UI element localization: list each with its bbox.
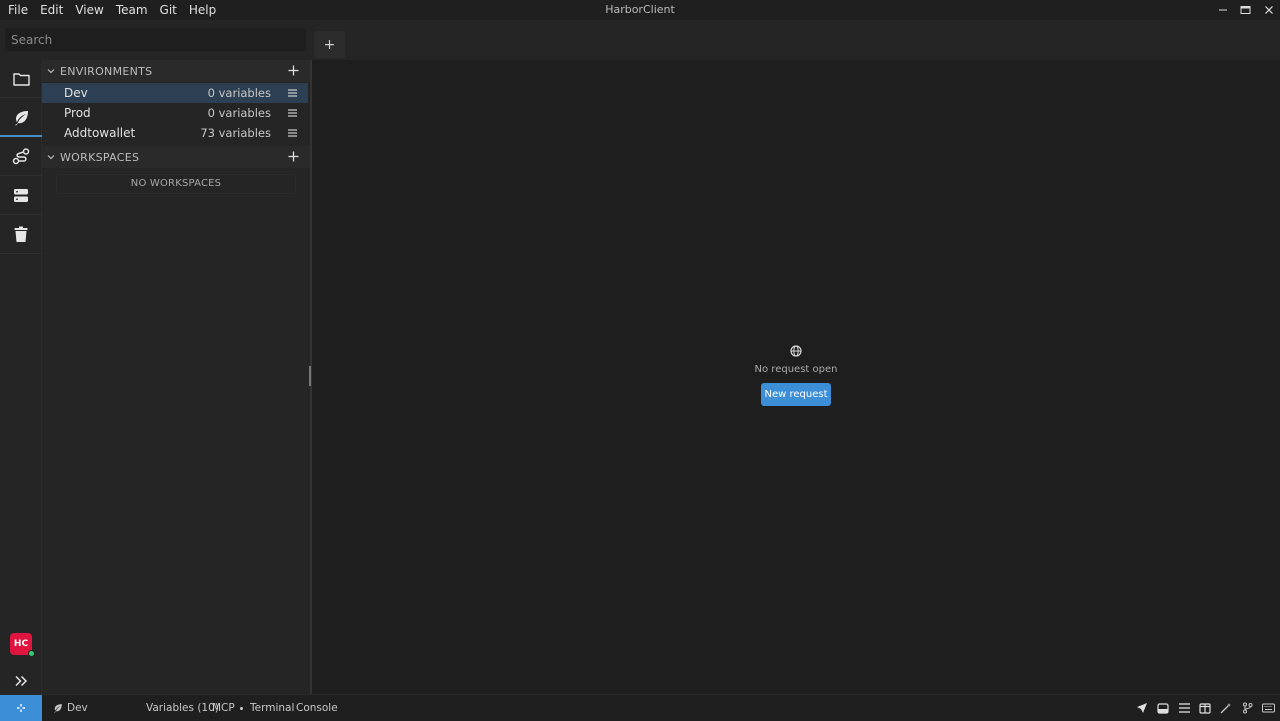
send-icon[interactable] [1134,700,1150,716]
activity-collections[interactable] [0,60,42,98]
add-environment-button[interactable] [286,63,300,77]
workspaces-header-label: WORKSPACES [60,150,140,164]
workspaces-section-header[interactable]: WORKSPACES [42,146,310,168]
activity-flows[interactable] [0,138,42,176]
keyboard-icon[interactable] [1260,700,1276,716]
environment-name: Addtowallet [64,126,136,140]
minimize-icon [1218,9,1227,11]
environment-variable-count: 0 variables [207,106,271,120]
environments-section-header[interactable]: ENVIRONMENTS [42,60,310,82]
window-controls [1211,0,1280,20]
environment-name: Dev [64,86,88,100]
menu-view[interactable]: View [69,0,109,20]
close-icon [1264,6,1273,14]
route-icon [12,148,30,165]
close-window-button[interactable] [1257,0,1280,20]
activity-trash[interactable] [0,216,42,254]
menu-help[interactable]: Help [183,0,222,20]
add-workspace-button[interactable] [286,149,300,163]
leaf-icon [14,111,28,126]
maximize-button[interactable] [1234,0,1257,20]
list-icon[interactable] [1176,700,1192,716]
menu-bar: File Edit View Team Git Help [0,0,222,20]
no-workspaces-placeholder: NO WORKSPACES [56,174,296,194]
menu-edit[interactable]: Edit [34,0,69,20]
environment-variable-count: 0 variables [207,86,271,100]
inbox-icon[interactable] [1155,700,1171,716]
main-editor-area: No request open New request [312,60,1280,694]
remote-icon [17,704,25,712]
environment-row-prod[interactable]: Prod 0 variables [42,103,308,123]
status-mcp[interactable]: MCP [212,695,243,721]
mcp-dot-icon [239,706,243,710]
status-mcp-label: MCP [212,702,235,714]
hamburger-icon [287,129,297,137]
title-bar: File Edit View Team Git Help HarborClien… [0,0,1280,20]
git-branch-icon[interactable] [1239,700,1255,716]
globe-icon [790,345,802,357]
splitter-handle[interactable] [309,366,311,386]
environment-row-addtowallet[interactable]: Addtowallet 73 variables [42,123,308,143]
status-bar: Dev Variables (10) MCP Terminal Console [0,694,1280,721]
plus-icon [288,151,298,161]
environment-menu-button[interactable] [286,107,298,119]
maximize-icon [1240,6,1251,14]
server-icon [14,189,28,202]
remote-status-button[interactable] [0,695,42,721]
menu-git[interactable]: Git [154,0,183,20]
minimize-button[interactable] [1211,0,1234,20]
trash-icon [14,226,28,242]
environment-variable-count: 73 variables [200,126,271,140]
menu-team[interactable]: Team [110,0,154,20]
activity-bar: HC [0,60,42,694]
search-input[interactable] [5,28,306,51]
status-bar-right [1134,695,1276,721]
empty-state-text: No request open [754,364,838,375]
new-tab-button[interactable]: + [314,31,345,58]
activity-servers[interactable] [0,177,42,215]
status-variables[interactable]: Variables (10) [146,695,219,721]
layout-columns-icon[interactable] [1197,700,1213,716]
online-status-dot [28,650,35,657]
status-console[interactable]: Console [296,695,338,721]
top-bar: + [0,20,1280,60]
status-environment[interactable]: Dev [53,695,88,721]
folder-icon [12,72,30,86]
chevron-down-icon [42,66,60,76]
double-chevron-right-icon [15,675,28,687]
status-environment-label: Dev [67,702,88,714]
chevron-down-icon [42,152,60,162]
new-request-button[interactable]: New request [761,383,831,406]
sidebar: ENVIRONMENTS Dev 0 variables Prod 0 vari… [42,60,310,694]
hamburger-icon [287,109,297,117]
leaf-icon [54,704,62,713]
environment-menu-button[interactable] [286,127,298,139]
environment-menu-button[interactable] [286,87,298,99]
environment-row-dev[interactable]: Dev 0 variables [42,83,308,103]
menu-file[interactable]: File [2,0,34,20]
environments-header-label: ENVIRONMENTS [60,64,153,78]
activity-environments[interactable] [0,99,42,137]
plus-icon [288,65,298,75]
expand-sidebar-button[interactable] [11,671,31,691]
hamburger-icon [287,89,297,97]
magic-wand-icon[interactable] [1218,700,1234,716]
environment-name: Prod [64,106,91,120]
status-terminal[interactable]: Terminal [250,695,294,721]
